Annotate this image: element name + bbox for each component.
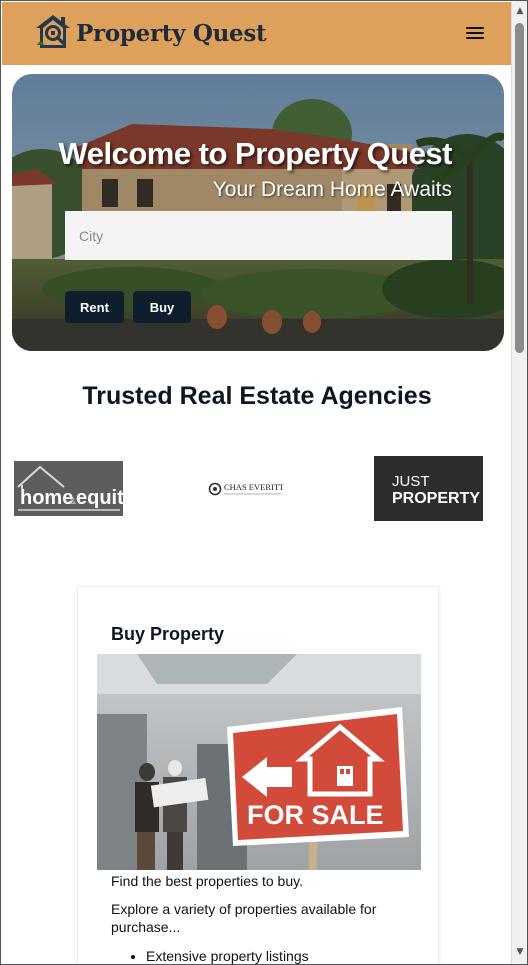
vertical-scrollbar[interactable]: ▲ ▼ <box>511 1 527 964</box>
chas-everitt-text: CHAS EVERITT <box>224 482 283 492</box>
scroll-down-arrow-icon[interactable]: ▼ <box>512 944 527 960</box>
card-description: Find the best properties to buy. <box>111 873 303 889</box>
browser-window: Property Quest Welcome to Property Quest… <box>0 0 528 965</box>
buy-property-card[interactable]: Buy Property FOR SALE Find the best prop… <box>77 586 439 964</box>
just-property-logo-icon: JUST PROPERTY <box>392 473 480 507</box>
hamburger-menu-button[interactable] <box>466 24 488 42</box>
home-equity-second-text: equity <box>76 487 123 509</box>
home-equity-main-text: home <box>20 487 73 509</box>
house-magnifier-logo-icon[interactable] <box>32 12 74 54</box>
card-feature-list: Extensive property listings <box>130 948 309 964</box>
card-title: Buy Property <box>111 624 225 644</box>
page-viewport: Property Quest Welcome to Property Quest… <box>2 2 512 964</box>
scrollbar-thumb[interactable] <box>515 23 524 353</box>
scroll-up-arrow-icon[interactable]: ▲ <box>512 3 527 19</box>
agency-logo-home-equity[interactable]: home & equity <box>14 461 136 516</box>
hamburger-menu-icon <box>466 26 484 29</box>
hero-title: Welcome to Property Quest <box>58 136 453 171</box>
city-search-input[interactable] <box>65 211 452 260</box>
just-property-second-text: PROPERTY <box>392 490 480 507</box>
agency-logo-chas-everitt[interactable]: CHAS EVERITT <box>207 478 285 500</box>
agencies-title: Trusted Real Estate Agencies <box>82 382 432 410</box>
brand-name[interactable]: Property Quest <box>76 20 267 47</box>
agency-logo-just-property[interactable]: JUST PROPERTY <box>374 456 483 521</box>
rent-button[interactable]: Rent <box>65 291 124 323</box>
list-item: Extensive property listings <box>146 948 309 964</box>
home-equity-logo-icon: home & equity <box>17 465 136 511</box>
hero-banner: Welcome to Property Quest Your Dream Hom… <box>12 74 504 351</box>
for-sale-sign-text: FOR SALE <box>247 800 384 830</box>
for-sale-sign-photo: FOR SALE <box>97 654 421 870</box>
buy-button[interactable]: Buy <box>133 291 191 323</box>
just-property-main-text: JUST <box>392 473 430 490</box>
chas-everitt-logo-icon: CHAS EVERITT <box>208 482 285 496</box>
hero-subtitle: Your Dream Home Awaits <box>212 178 452 201</box>
card-detail-text: Explore a variety of properties availabl… <box>111 901 377 935</box>
site-header: Property Quest <box>2 2 512 65</box>
